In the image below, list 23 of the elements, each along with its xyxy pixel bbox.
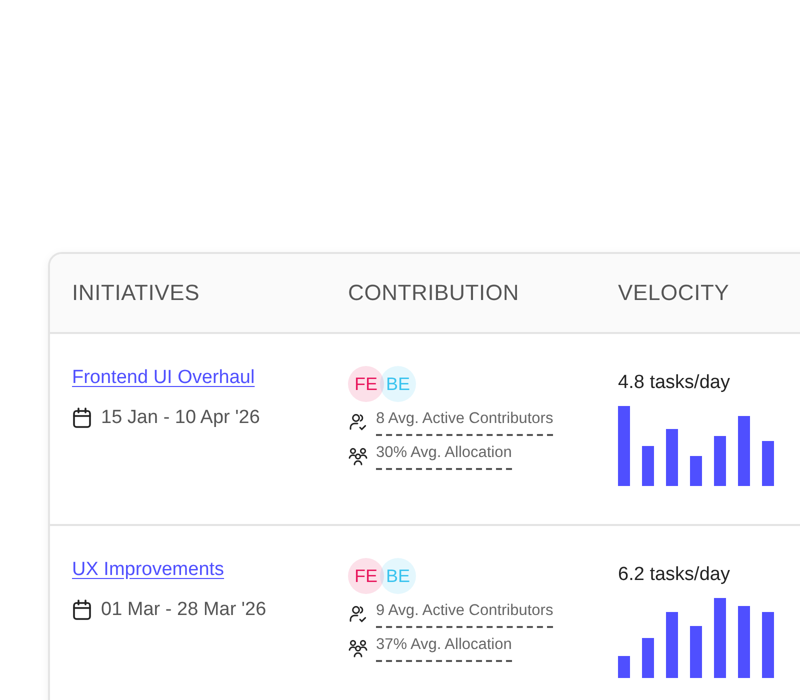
team-avatar: FE bbox=[348, 366, 384, 402]
column-header: CONTRIBUTION bbox=[347, 280, 520, 306]
stat-label: 9 Avg. Active Contributors bbox=[376, 602, 554, 628]
calendar-icon bbox=[72, 407, 92, 429]
team-avatar: BE bbox=[380, 558, 416, 594]
initiative-link[interactable]: UX Improvements bbox=[72, 559, 224, 581]
stat-label: 37% Avg. Allocation bbox=[376, 636, 512, 662]
stat-label: 8 Avg. Active Contributors bbox=[376, 410, 554, 436]
calendar-icon bbox=[72, 599, 92, 621]
date-range: 15 Jan - 10 Apr '26 bbox=[101, 407, 260, 429]
velocity-value: 6.2 tasks/day bbox=[618, 564, 731, 586]
users-check-icon bbox=[348, 412, 368, 432]
group-icon bbox=[348, 446, 368, 466]
column-header: INITIATIVES bbox=[71, 280, 201, 306]
team-avatar: BE bbox=[380, 366, 416, 402]
initiative-link[interactable]: Frontend UI Overhaul bbox=[72, 367, 255, 389]
users-check-icon bbox=[348, 604, 368, 624]
date-range: 01 Mar - 28 Mar '26 bbox=[101, 599, 266, 621]
column-header: VELOCITY bbox=[618, 280, 730, 306]
velocity-value: 4.8 tasks/day bbox=[618, 372, 731, 394]
group-icon bbox=[348, 638, 368, 658]
team-avatar: FE bbox=[348, 558, 384, 594]
stat-label: 30% Avg. Allocation bbox=[376, 444, 512, 470]
